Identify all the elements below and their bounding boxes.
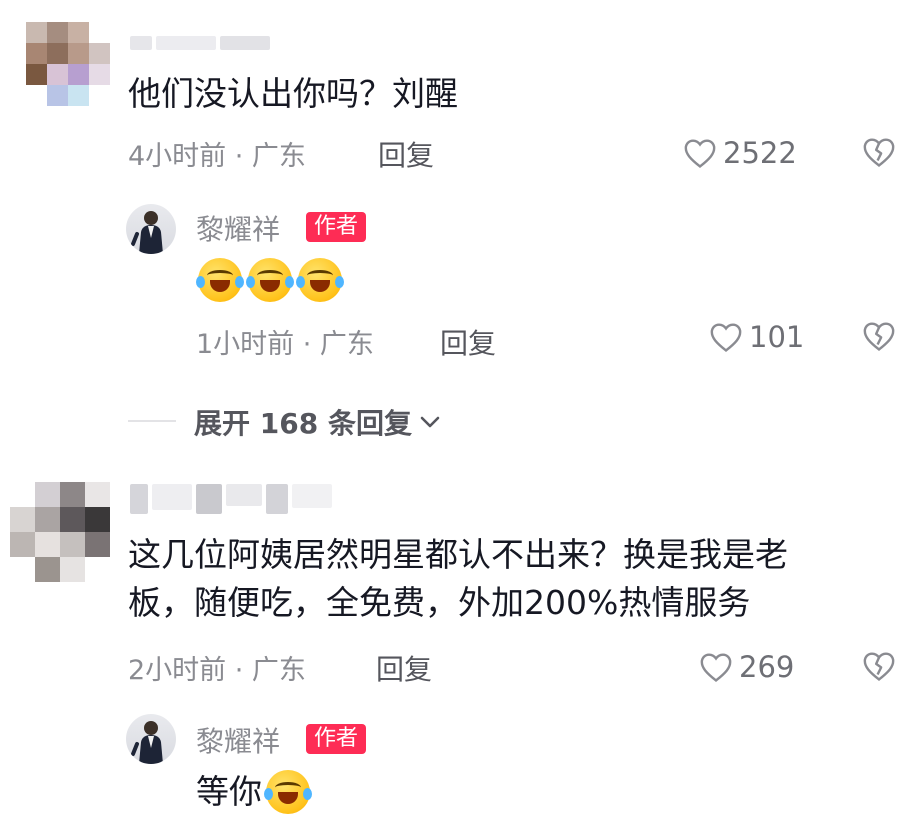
like-button[interactable]: 269: [699, 650, 794, 684]
reply-emoji-row: [196, 258, 348, 302]
reply-button[interactable]: 回复: [376, 648, 432, 688]
person-photo-icon: [131, 721, 163, 764]
heart-icon: [710, 323, 742, 352]
comment-item: 这几位阿姨居然明星都认不出来？换是我是老 板，随便吃，全免费，外加200%热情服…: [0, 470, 916, 832]
comment-text-line: 板，随便吃，全免费，外加200%热情服务: [128, 583, 751, 622]
reply-time-location: 1小时前 · 广东: [196, 329, 374, 360]
reply-content: 等你: [196, 768, 316, 816]
reply-item: 黎耀祥 作者 等你: [0, 710, 916, 830]
like-count: 269: [739, 650, 795, 684]
comment-time-location: 4小时前 · 广东: [128, 141, 306, 172]
dislike-heart-icon: [863, 652, 895, 681]
user-avatar[interactable]: [10, 482, 110, 582]
laugh-cry-emoji: [196, 258, 244, 302]
heart-icon: [684, 139, 716, 168]
chevron-down-icon: [420, 416, 440, 428]
reply-author-name[interactable]: 黎耀祥: [196, 208, 280, 248]
laugh-cry-emoji: [296, 258, 344, 302]
laugh-cry-emoji: [246, 258, 294, 302]
comment-time-location: 2小时前 · 广东: [128, 655, 306, 686]
dislike-button[interactable]: [862, 136, 896, 172]
comment-text: 他们没认出你吗？刘醒: [128, 74, 458, 113]
laugh-cry-emoji: [264, 770, 312, 814]
like-count: 2522: [723, 136, 797, 170]
like-button[interactable]: 101: [709, 320, 804, 354]
dislike-heart-icon: [863, 138, 895, 167]
user-avatar[interactable]: [26, 22, 110, 106]
author-badge: 作者: [306, 724, 367, 754]
author-avatar[interactable]: [126, 204, 176, 254]
reply-text: 等你: [196, 772, 262, 811]
author-avatar[interactable]: [126, 714, 176, 764]
reply-button[interactable]: 回复: [378, 134, 434, 174]
dislike-button[interactable]: [862, 650, 896, 686]
reply-author-name[interactable]: 黎耀祥: [196, 720, 280, 760]
expand-replies-divider: [128, 420, 176, 422]
username-blurred[interactable]: [130, 36, 270, 50]
comment-text-line: 这几位阿姨居然明星都认不出来？换是我是老: [128, 535, 788, 574]
heart-icon: [700, 653, 732, 682]
reply-button[interactable]: 回复: [440, 322, 496, 362]
author-badge: 作者: [306, 212, 367, 242]
username-blurred[interactable]: [130, 484, 332, 514]
reply-item: 黎耀祥 作者 1小时前 · 广东 回复 101: [0, 196, 916, 366]
expand-replies-label: 展开 168 条回复: [194, 407, 412, 440]
like-button[interactable]: 2522: [683, 136, 797, 170]
dislike-button[interactable]: [862, 320, 896, 356]
person-photo-icon: [131, 211, 163, 254]
comment-item: 他们没认出你吗？刘醒 4小时前 · 广东 回复 2522 黎耀祥 作者 1小时前…: [0, 0, 916, 460]
dislike-heart-icon: [863, 322, 895, 351]
like-count: 101: [749, 320, 805, 354]
expand-replies-button[interactable]: 展开 168 条回复: [194, 402, 442, 442]
